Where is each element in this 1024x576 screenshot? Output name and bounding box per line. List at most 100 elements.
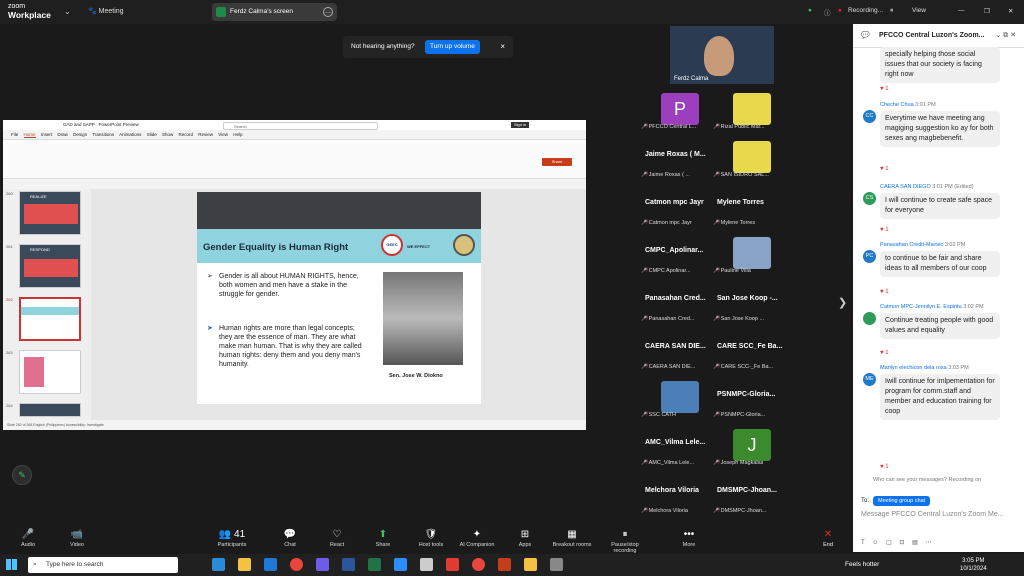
zoom-logo[interactable]: zoom Workplace (8, 3, 51, 19)
weather-widget[interactable]: Feels hotter (845, 561, 879, 568)
app-icon[interactable] (420, 558, 433, 571)
recipient-selector[interactable]: Meeting group chat (873, 496, 931, 506)
chrome-icon[interactable] (290, 558, 303, 571)
toolbar-pause-stop-recording-button[interactable]: ⏸ Pause/stop recording (600, 527, 650, 554)
toolbar-chat-button[interactable]: 💬 Chat (265, 527, 315, 548)
participant-tile[interactable]: San Jose Koop -... 🎤̸ San Jose Koop ... (709, 279, 779, 326)
mail-icon[interactable] (264, 558, 277, 571)
file-icon[interactable]: ▤ (912, 540, 918, 546)
menu-file[interactable]: File (11, 132, 18, 137)
app-icon[interactable] (446, 558, 459, 571)
participant-tile[interactable]: 🎤̸ SAN ISIDRO SAL... (709, 135, 779, 182)
menu-design[interactable]: Design (73, 132, 87, 137)
slide-thumbnail-selected[interactable] (19, 297, 81, 341)
app-icon[interactable] (316, 558, 329, 571)
view-button[interactable]: View (912, 7, 926, 14)
chat-message[interactable]: CC Cheche Chua 3:01 PM Everytime we have m… (863, 102, 1018, 147)
pause-icon[interactable]: ⏸ (890, 7, 893, 15)
taskbar-clock[interactable]: 3:05 PM 10/1/2024 (960, 557, 987, 573)
minimize-icon[interactable]: — (958, 7, 965, 14)
heart-reaction[interactable]: ♥ 1 (880, 227, 889, 233)
taskbar-search-input[interactable]: ⌕ Type here to search (28, 557, 178, 573)
menu-animations[interactable]: Animations (119, 132, 141, 137)
toolbar-host-tools-button[interactable]: 🛡 Host tools (406, 527, 456, 548)
chat-message[interactable]: specially helping those social issues th… (863, 44, 1018, 83)
toolbar-participants-button[interactable]: 👥 41 Participants (207, 527, 257, 548)
toolbar-react-button[interactable]: ♡ React (312, 527, 362, 548)
active-speaker-video[interactable]: Ferdz Calma (670, 26, 774, 84)
windows-start-icon[interactable] (6, 559, 17, 570)
menu-transitions[interactable]: Transitions (92, 132, 114, 137)
recording-status[interactable]: Recording... (848, 7, 883, 14)
participant-tile[interactable]: J 🎤̸ Joseph Magkalas (709, 423, 779, 470)
ppt-share-button[interactable]: Share (542, 158, 572, 166)
toolbar-ai-companion-button[interactable]: ✦ AI Companion (452, 527, 502, 548)
participant-tile[interactable]: PSNMPC-Gloria... 🎤̸ PSNMPC-Gloria... (709, 375, 779, 422)
heart-reaction[interactable]: ♥ 1 (880, 350, 889, 356)
toolbar-video-button[interactable]: 📹 Video (52, 527, 102, 548)
slide-thumbnail[interactable] (19, 350, 81, 394)
chrome-icon[interactable] (472, 558, 485, 571)
chat-message[interactable]: Catmon MPC-Jennilyn E. Espiritu 3:02 PM C… (863, 304, 1018, 339)
word-icon[interactable] (342, 558, 355, 571)
format-icon[interactable]: T (861, 540, 865, 546)
whiteboard-icon[interactable]: ✎ (12, 465, 32, 485)
participant-tile[interactable]: 🎤̸ SSC CATH (637, 375, 707, 422)
toolbar-more-button[interactable]: ••• More (664, 527, 714, 548)
ppt-search-input[interactable]: Search (223, 122, 378, 130)
participant-tile[interactable]: Catmon mpc Jayr 🎤̸ Catmon mpc Jayr (637, 183, 707, 230)
chat-message[interactable]: ME Marilyn elechicon dela rosa 3:03 PM Iwi… (863, 365, 1018, 420)
toolbar-share-button[interactable]: ⬆ Share (358, 527, 408, 548)
menu-help[interactable]: Help (233, 132, 242, 137)
sign-in-button[interactable]: Sign in (511, 122, 530, 128)
participant-tile[interactable]: CAERA SAN DIE... 🎤̸ CAERA SAN DIE... (637, 327, 707, 374)
toolbar-breakout-rooms-button[interactable]: ▦ Breakout rooms (547, 527, 597, 548)
more-icon[interactable]: … (323, 7, 333, 17)
heart-reaction[interactable]: ♥ 1 (880, 86, 889, 92)
toolbar-end-button[interactable]: ✕ End (803, 527, 853, 548)
turn-up-volume-button[interactable]: Turn up volume (425, 40, 480, 54)
participant-tile[interactable]: DMSMPC-Jhoan... 🎤̸ DMSMPC-Jhoan... (709, 471, 779, 518)
slide-thumbnail[interactable] (19, 403, 81, 417)
toolbar-audio-button[interactable]: 🎤 Audio (3, 527, 53, 548)
slide-thumbnail[interactable]: RESPOND (19, 244, 81, 288)
participant-tile[interactable]: 🎤̸ Pauline Villa (709, 231, 779, 278)
meeting-menu[interactable]: 🐾 Meeting (88, 7, 124, 15)
close-icon[interactable]: × (500, 36, 505, 58)
participant-tile[interactable]: P 🎤̸ PFCCO Central L... (637, 87, 707, 134)
more-icon[interactable]: ⋯ (925, 540, 931, 546)
participant-tile[interactable]: AMC_Vilma Lele... 🎤̸ AMC_Vilma Lele... (637, 423, 707, 470)
menu-insert[interactable]: Insert (41, 132, 52, 137)
menu-review[interactable]: Review (198, 132, 213, 137)
restore-icon[interactable]: ❐ (984, 7, 990, 15)
gif-icon[interactable]: ▢ (886, 540, 892, 546)
chat-message[interactable]: PC Panasahan Credit-Marivic 3:02 PM to con… (863, 242, 1018, 277)
chevron-down-icon[interactable]: ⌄ (64, 7, 71, 16)
emoji-icon[interactable]: ☺ (872, 540, 878, 546)
powerpoint-icon[interactable] (498, 558, 511, 571)
participant-tile[interactable]: Melchora Viloria 🎤̸ Melchora Viloria (637, 471, 707, 518)
slide-thumbnail[interactable]: REALIZE (19, 191, 81, 235)
menu-view[interactable]: View (218, 132, 228, 137)
shield-icon[interactable]: ● (808, 7, 812, 14)
zoom-taskbar-icon[interactable] (394, 558, 407, 571)
who-can-see-link[interactable]: Who can see your messages? Recording on (873, 477, 981, 483)
sticky-notes-icon[interactable] (524, 558, 537, 571)
participant-tile[interactable]: CARE SCC_Fe Ba... 🎤̸ CARE SCC-_Fe Ba... (709, 327, 782, 374)
screen-share-pill[interactable]: Ferdz Calma's screen… (212, 3, 337, 21)
menu-draw[interactable]: Draw (57, 132, 68, 137)
heart-reaction[interactable]: ♥ 1 (880, 166, 889, 172)
toolbar-apps-button[interactable]: ⊞ Apps (500, 527, 550, 548)
message-input[interactable]: Message PFCCO Central Luzon's Zoom Me... (861, 511, 1004, 518)
participant-tile[interactable]: Mylene Torres 🎤̸ Mylene Torres (709, 183, 779, 230)
info-icon[interactable]: ⓘ (824, 7, 831, 17)
participant-tile[interactable]: Panasahan Cred... 🎤̸ Panasahan Cred... (637, 279, 707, 326)
participant-tile[interactable]: CMPC_Apolinar... 🎤̸ CMPC Apolinar... (637, 231, 707, 278)
heart-reaction[interactable]: ♥ 1 (880, 289, 889, 295)
participant-tile[interactable]: Jaime Roxas ( M... 🎤̸ Jaime Roxas ( ... (637, 135, 707, 182)
app-icon[interactable] (550, 558, 563, 571)
current-slide[interactable]: Gender Equality is Human Right GEEC WE E… (197, 192, 481, 404)
menu-slide-show[interactable]: Slide Show (147, 132, 174, 137)
edge-icon[interactable] (212, 558, 225, 571)
participant-tile[interactable]: 🎤̸ Rizal Public Mar... (709, 87, 779, 134)
